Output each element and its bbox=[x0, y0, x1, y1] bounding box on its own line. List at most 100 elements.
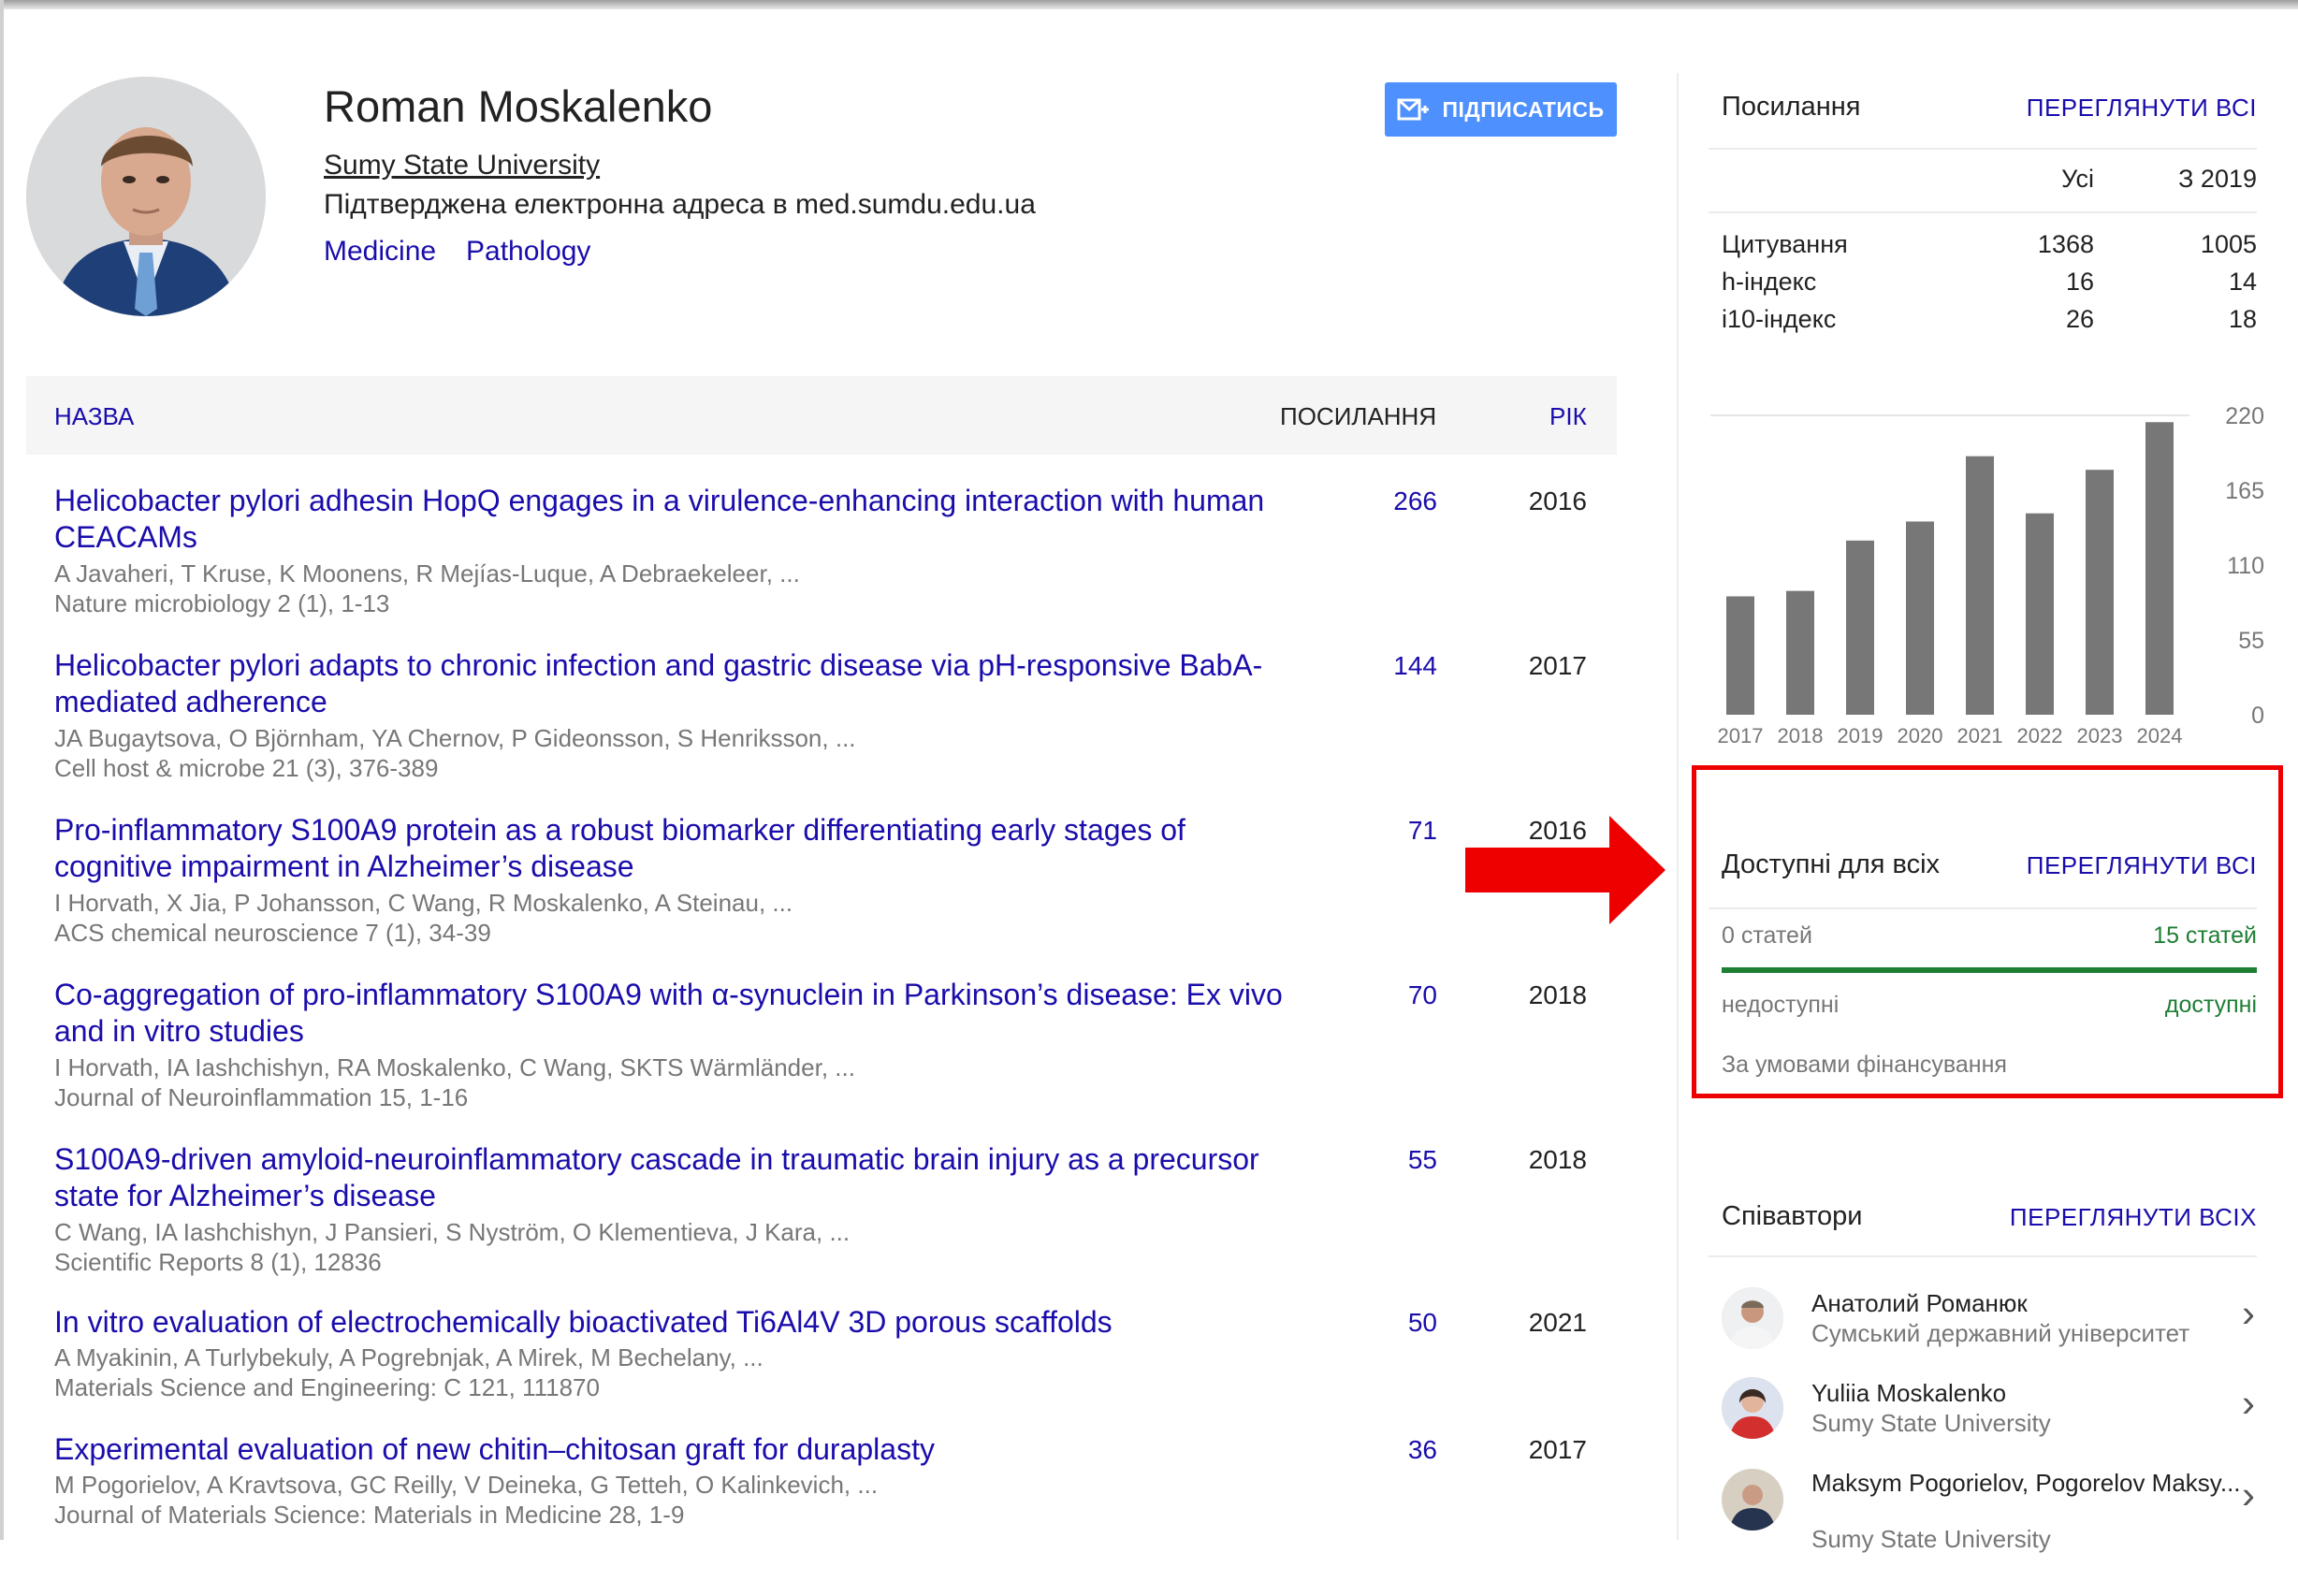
article-title-link[interactable]: Pro-inflammatory S100A9 protein as a rob… bbox=[54, 812, 1214, 885]
article-authors: I Horvath, IA Iashchishyn, RA Moskalenko… bbox=[54, 1053, 855, 1081]
table-row: S100A9-driven amyloid-neuroinflammatory … bbox=[0, 1141, 1647, 1306]
stat-all: 1368 bbox=[2037, 230, 2094, 258]
article-citations-link[interactable]: 50 bbox=[1347, 1308, 1437, 1338]
profile-affiliation-link[interactable]: Sumy State University bbox=[324, 150, 600, 181]
article-year: 2017 bbox=[1528, 1435, 1587, 1464]
article-citations-link[interactable]: 36 bbox=[1347, 1435, 1437, 1465]
x-tick-label: 2017 bbox=[1718, 724, 1764, 747]
coauthor-photo bbox=[1722, 1287, 1783, 1349]
chart-bar[interactable] bbox=[2026, 513, 2054, 715]
article-citations-link[interactable]: 266 bbox=[1347, 486, 1437, 516]
unavailable-count: 0 статей bbox=[1722, 922, 1812, 949]
table-row: Experimental evaluation of new chitin–ch… bbox=[0, 1431, 1647, 1596]
article-title-link[interactable]: Experimental evaluation of new chitin–ch… bbox=[54, 1431, 1289, 1468]
x-tick-label: 2018 bbox=[1778, 724, 1824, 747]
open-access-view-all-link[interactable]: ПЕРЕГЛЯНУТИ ВСІ bbox=[2027, 851, 2257, 880]
x-tick-label: 2019 bbox=[1838, 724, 1883, 747]
stat-since: 1005 bbox=[2200, 230, 2257, 258]
table-row: Co-aggregation of pro-inflammatory S100A… bbox=[0, 977, 1647, 1141]
funding-mandates-link[interactable]: За умовами фінансування bbox=[1722, 1052, 2007, 1079]
stat-all: 26 bbox=[2065, 305, 2094, 333]
follow-button[interactable]: ПІДПИСАТИСЬ bbox=[1385, 82, 1617, 137]
coauthor-name[interactable]: Yuliia Moskalenko bbox=[1811, 1379, 2006, 1408]
citations-view-all-link[interactable]: ПЕРЕГЛЯНУТИ ВСІ bbox=[2027, 94, 2257, 123]
article-authors: M Pogorielov, A Kravtsova, GC Reilly, V … bbox=[54, 1471, 879, 1499]
x-tick-label: 2021 bbox=[1957, 724, 2003, 747]
column-year-sort[interactable]: РІК bbox=[1549, 402, 1587, 431]
citations-heading: Посилання bbox=[1722, 92, 1861, 122]
article-citations-link[interactable]: 71 bbox=[1347, 816, 1437, 846]
follow-button-label: ПІДПИСАТИСЬ bbox=[1442, 96, 1605, 122]
y-tick-label: 220 bbox=[2225, 403, 2264, 429]
article-title-link[interactable]: Co-aggregation of pro-inflammatory S100A… bbox=[54, 977, 1317, 1050]
coauthor-affiliation: Сумський державний університет bbox=[1811, 1319, 2190, 1347]
profile-avatar bbox=[26, 77, 266, 316]
available-label[interactable]: доступні bbox=[2165, 992, 2257, 1019]
mail-plus-icon bbox=[1397, 98, 1430, 121]
chart-bar[interactable] bbox=[1966, 456, 1994, 715]
y-tick-label: 165 bbox=[2225, 478, 2264, 504]
article-year: 2018 bbox=[1528, 980, 1587, 1009]
coauthors-view-all-link[interactable]: ПЕРЕГЛЯНУТИ ВСІХ bbox=[2010, 1203, 2257, 1232]
availability-bar-fill bbox=[1722, 967, 2257, 973]
article-venue: Journal of Neuroinflammation 15, 1-16 bbox=[54, 1083, 469, 1111]
chart-bar[interactable] bbox=[1726, 596, 1754, 715]
chart-bar[interactable] bbox=[2145, 422, 2174, 715]
column-divider bbox=[1677, 73, 1679, 1540]
divider bbox=[1709, 211, 2257, 213]
article-authors: A Javaheri, T Kruse, K Moonens, R Mejías… bbox=[54, 559, 800, 588]
table-row: Helicobacter pylori adhesin HopQ engages… bbox=[0, 483, 1647, 647]
column-title-sort[interactable]: НАЗВА bbox=[54, 402, 134, 431]
stat-label[interactable]: Цитування bbox=[1722, 230, 1848, 259]
coauthor-avatar bbox=[1722, 1287, 1783, 1349]
article-citations-link[interactable]: 144 bbox=[1347, 651, 1437, 681]
chevron-right-icon[interactable]: › bbox=[2242, 1291, 2255, 1336]
article-year: 2018 bbox=[1528, 1145, 1587, 1174]
x-tick-label: 2024 bbox=[2137, 724, 2183, 747]
y-tick-label: 110 bbox=[2227, 553, 2264, 579]
chevron-right-icon[interactable]: › bbox=[2242, 1473, 2255, 1517]
coauthor-name[interactable]: Анатолий Романюк bbox=[1811, 1289, 2028, 1318]
stat-label[interactable]: h-індекс bbox=[1722, 268, 1816, 297]
stat-since: 18 bbox=[2228, 305, 2257, 333]
citations-col-since: З 2019 bbox=[2178, 165, 2257, 193]
article-citations-link[interactable]: 55 bbox=[1347, 1145, 1437, 1175]
chevron-right-icon[interactable]: › bbox=[2242, 1381, 2255, 1426]
window-top-edge bbox=[0, 0, 2298, 9]
article-title-link[interactable]: S100A9-driven amyloid-neuroinflammatory … bbox=[54, 1141, 1289, 1214]
coauthors-heading: Співавтори bbox=[1722, 1201, 1863, 1231]
x-tick-label: 2022 bbox=[2017, 724, 2063, 747]
red-arrow-annotation bbox=[1465, 816, 1665, 924]
availability-bar bbox=[1722, 967, 2257, 973]
stat-label[interactable]: i10-індекс bbox=[1722, 305, 1836, 334]
chart-bar[interactable] bbox=[1786, 590, 1814, 715]
divider bbox=[1709, 148, 2257, 150]
divider bbox=[1709, 907, 2257, 909]
interest-tag-pathology[interactable]: Pathology bbox=[466, 236, 590, 268]
article-title-link[interactable]: Helicobacter pylori adapts to chronic in… bbox=[54, 647, 1289, 720]
citations-per-year-chart: 220 165 110 55 0 2017 2018 2019 2020 2021 2022 2023… bbox=[1710, 403, 2264, 747]
article-title-link[interactable]: In vitro evaluation of electrochemically… bbox=[54, 1304, 1289, 1341]
article-authors: A Myakinin, A Turlybekuly, A Pogrebnjak,… bbox=[54, 1343, 764, 1371]
chart-bar[interactable] bbox=[1906, 521, 1934, 715]
coauthor-photo bbox=[1722, 1377, 1783, 1439]
column-cited-sort[interactable]: ПОСИЛАННЯ bbox=[1280, 402, 1436, 431]
interest-tag-medicine[interactable]: Medicine bbox=[324, 236, 436, 268]
profile-name: Roman Moskalenko bbox=[324, 81, 713, 131]
article-venue: Nature microbiology 2 (1), 1-13 bbox=[54, 589, 390, 617]
article-year: 2021 bbox=[1528, 1308, 1587, 1337]
chart-bar[interactable] bbox=[1846, 540, 1874, 715]
article-venue: ACS chemical neuroscience 7 (1), 34-39 bbox=[54, 919, 491, 947]
article-title-link[interactable]: Helicobacter pylori adhesin HopQ engages… bbox=[54, 483, 1289, 556]
coauthor-name[interactable]: Maksym Pogorielov, Pogorelov Maksy... bbox=[1811, 1469, 2241, 1498]
coauthor-avatar bbox=[1722, 1469, 1783, 1531]
article-venue: Scientific Reports 8 (1), 12836 bbox=[54, 1248, 382, 1276]
profile-verified-email: Підтверджена електронна адреса в med.sum… bbox=[324, 189, 1036, 220]
unavailable-label[interactable]: недоступні bbox=[1722, 992, 1839, 1019]
chart-bar[interactable] bbox=[2086, 470, 2114, 715]
coauthor-photo bbox=[1722, 1469, 1783, 1531]
citations-col-all: Усі bbox=[2061, 165, 2094, 193]
article-year: 2016 bbox=[1528, 486, 1587, 515]
article-citations-link[interactable]: 70 bbox=[1347, 980, 1437, 1010]
coauthor-avatar bbox=[1722, 1377, 1783, 1439]
